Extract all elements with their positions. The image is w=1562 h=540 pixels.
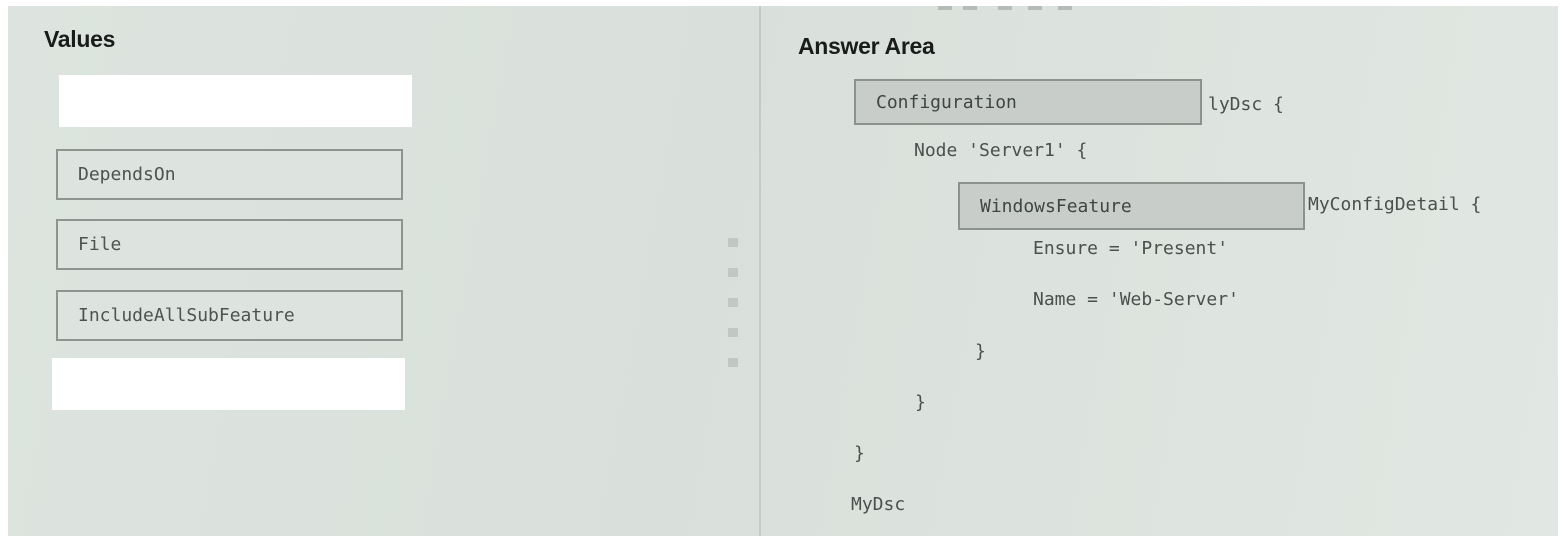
- answer-slot-configuration[interactable]: Configuration: [854, 79, 1202, 125]
- value-tile-file[interactable]: File: [56, 219, 403, 270]
- value-tile-includeallsubfeature[interactable]: IncludeAllSubFeature: [56, 290, 403, 341]
- top-edge-mark: [1028, 6, 1042, 10]
- drag-handle-dot[interactable]: [728, 328, 738, 337]
- answer-area-title: Answer Area: [798, 33, 935, 59]
- drag-drop-question-frame: Values DependsOn File IncludeAllSubFeatu…: [8, 6, 1558, 536]
- top-edge-mark: [1058, 6, 1072, 10]
- panel-divider: [759, 6, 761, 536]
- close-brace-node: }: [915, 392, 926, 413]
- drag-handle-dot[interactable]: [728, 358, 738, 367]
- value-tile-empty[interactable]: [59, 75, 412, 127]
- node-line: Node 'Server1' {: [914, 140, 1088, 161]
- answer-slot-resource[interactable]: WindowsFeature: [958, 182, 1305, 230]
- value-tile-empty[interactable]: [52, 358, 405, 410]
- value-tile-dependson[interactable]: DependsOn: [56, 149, 403, 200]
- top-edge-mark: [963, 6, 977, 10]
- ensure-line: Ensure = 'Present': [1033, 238, 1229, 259]
- resource-name-text: MyConfigDetail {: [1308, 194, 1482, 215]
- top-edge-mark: [998, 6, 1012, 10]
- values-panel-title: Values: [44, 26, 116, 52]
- config-name-text: lyDsc {: [1208, 94, 1284, 115]
- drag-handle-dot[interactable]: [728, 268, 738, 277]
- drag-handle-dot[interactable]: [728, 298, 738, 307]
- top-edge-mark: [938, 6, 952, 10]
- drag-handle-dot[interactable]: [728, 238, 738, 247]
- name-line: Name = 'Web-Server': [1033, 289, 1239, 310]
- close-brace-configuration: }: [854, 443, 865, 464]
- invoke-configuration-line: MyDsc: [851, 494, 906, 515]
- close-brace-resource: }: [975, 341, 986, 362]
